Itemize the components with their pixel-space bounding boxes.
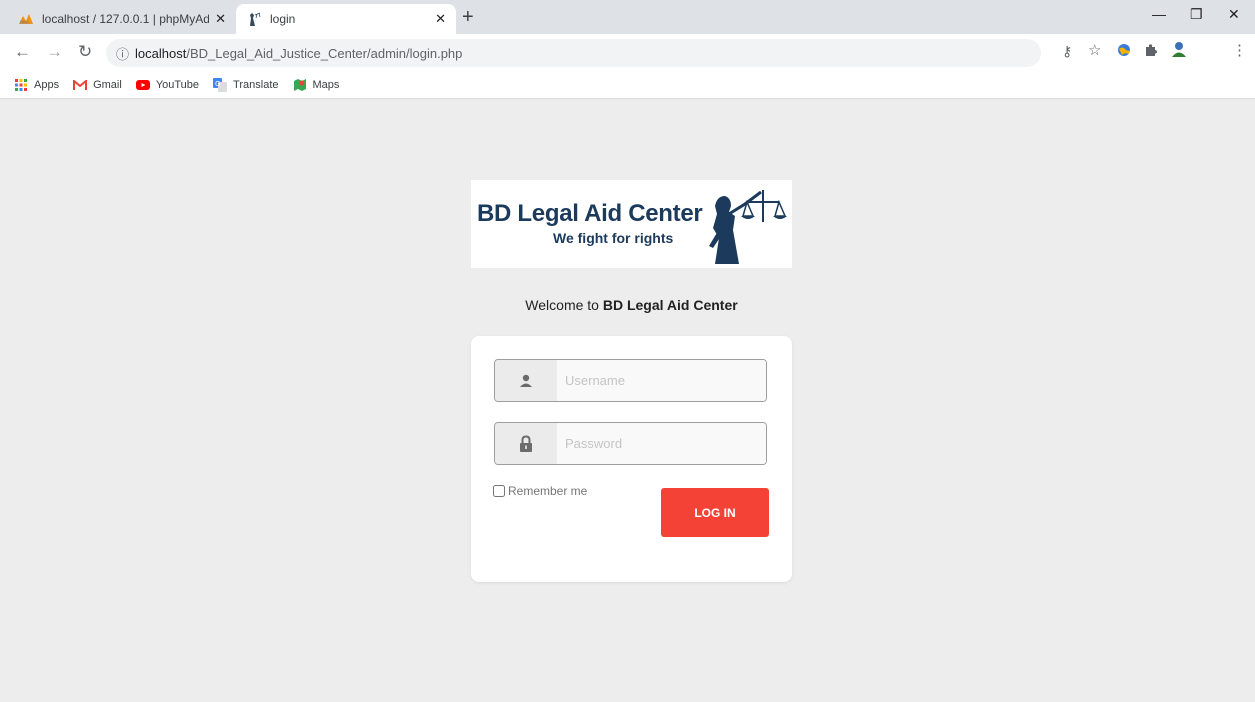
new-tab-icon[interactable]: + <box>462 6 474 29</box>
url-host: localhost <box>135 45 187 61</box>
svg-text:PMA: PMA <box>20 20 29 25</box>
welcome-prefix: Welcome to <box>525 297 599 313</box>
extension-globe-icon[interactable] <box>1117 43 1131 60</box>
username-input[interactable] <box>557 360 766 401</box>
info-icon[interactable]: ⓘ <box>116 44 129 63</box>
address-bar[interactable]: ⓘ localhost/BD_Legal_Aid_Justice_Center/… <box>106 39 1041 67</box>
login-button[interactable]: LOG IN <box>661 488 769 537</box>
translate-icon: G <box>213 78 228 92</box>
svg-text:G: G <box>215 80 220 88</box>
tab-title: login <box>270 12 296 26</box>
reload-icon[interactable]: ↻ <box>78 42 92 62</box>
key-icon[interactable]: ⚷ <box>1062 43 1072 60</box>
youtube-icon <box>135 78 150 92</box>
menu-icon[interactable]: ⋮ <box>1232 41 1247 59</box>
lady-justice-icon <box>246 11 262 27</box>
bookmark-youtube[interactable]: YouTube <box>135 78 200 92</box>
star-icon[interactable]: ☆ <box>1088 41 1101 59</box>
site-logo: BD Legal Aid Center We fight for rights <box>471 180 792 268</box>
apps-grid-icon <box>14 78 28 92</box>
phpmyadmin-icon: PMA <box>18 11 34 27</box>
tab-login[interactable]: login ✕ <box>236 4 456 34</box>
bookmark-label: YouTube <box>155 79 200 91</box>
user-icon <box>495 360 557 401</box>
forward-icon[interactable]: → <box>46 42 63 62</box>
browser-toolbar: ← → ↻ ⓘ localhost/BD_Legal_Aid_Justice_C… <box>0 34 1255 72</box>
lock-icon <box>495 423 557 464</box>
remember-label: Remember me <box>508 484 588 498</box>
bookmark-translate[interactable]: G Translate <box>213 78 279 92</box>
maps-icon <box>293 78 307 92</box>
tab-title: localhost / 127.0.0.1 | phpMyAdm <box>42 12 210 26</box>
url-path: /BD_Legal_Aid_Justice_Center/admin/login… <box>186 45 463 61</box>
lady-justice-icon <box>709 190 787 264</box>
username-field <box>494 359 767 402</box>
bookmark-label: Maps <box>312 79 340 91</box>
bookmark-label: Apps <box>34 79 60 91</box>
back-icon[interactable]: ← <box>14 42 31 62</box>
bookmark-apps[interactable]: Apps <box>14 78 59 92</box>
extensions-puzzle-icon[interactable] <box>1144 43 1158 60</box>
login-card: Remember me LOG IN <box>471 336 792 582</box>
close-icon[interactable]: ✕ <box>435 11 446 27</box>
browser-tab-bar: PMA localhost / 127.0.0.1 | phpMyAdm ✕ l… <box>0 0 1255 34</box>
tab-phpmyadmin[interactable]: PMA localhost / 127.0.0.1 | phpMyAdm ✕ <box>8 4 236 34</box>
bookmark-label: Translate <box>233 79 279 91</box>
password-input[interactable] <box>557 423 766 464</box>
password-field <box>494 422 767 465</box>
bookmark-label: Gmail <box>93 79 122 91</box>
profile-avatar-icon[interactable] <box>1170 40 1188 61</box>
remember-checkbox[interactable] <box>493 485 505 497</box>
bookmarks-bar: Apps Gmail YouTube G Translate Maps <box>0 72 1255 99</box>
remember-me[interactable]: Remember me <box>493 484 587 498</box>
login-page: BD Legal Aid Center We fight for rights … <box>0 99 1255 702</box>
logo-tagline: We fight for rights <box>553 230 674 246</box>
welcome-name: BD Legal Aid Center <box>602 297 738 313</box>
bookmark-gmail[interactable]: Gmail <box>73 78 122 92</box>
window-close-icon[interactable]: ✕ <box>1228 6 1240 23</box>
welcome-text: Welcome to BD Legal Aid Center <box>471 297 792 313</box>
close-icon[interactable]: ✕ <box>215 11 226 27</box>
logo-name: BD Legal Aid Center <box>477 200 703 227</box>
bookmark-maps[interactable]: Maps <box>293 78 340 92</box>
gmail-icon <box>73 78 88 92</box>
minimize-icon[interactable]: — <box>1152 6 1166 22</box>
restore-icon[interactable]: ❐ <box>1190 6 1203 23</box>
